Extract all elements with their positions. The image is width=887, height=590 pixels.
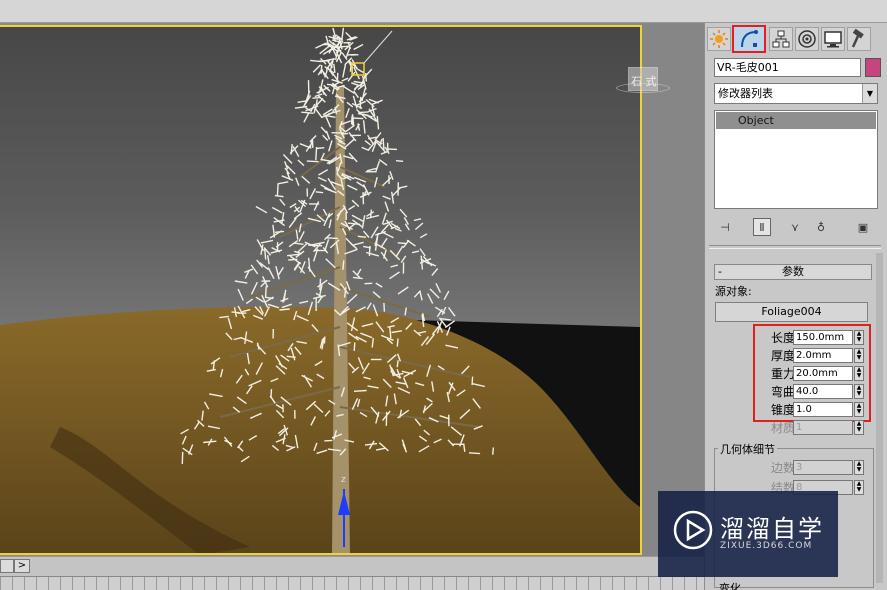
top-strip xyxy=(0,0,887,23)
stack-toolbar: ⊣ Ⅱ ⋎ ♁ ▣ xyxy=(714,216,878,238)
pin-stack-icon[interactable]: ⊣ xyxy=(716,218,734,236)
rollout-collapse-icon: - xyxy=(718,265,722,278)
frame-prev-button[interactable] xyxy=(0,559,14,573)
watermark-url: ZIXUE.3D66.COM xyxy=(720,541,813,551)
param-row: 锥度 1.0 ▲ ▼ xyxy=(755,402,875,418)
variation-label: 变化 xyxy=(719,582,741,590)
spinner-arrows-icon[interactable]: ▲ ▼ xyxy=(854,366,864,381)
panel-scrollbar[interactable] xyxy=(876,253,883,583)
spinner-arrows-icon[interactable]: ▲ ▼ xyxy=(854,480,864,495)
rollout-title: 参数 xyxy=(782,265,804,278)
command-tabs xyxy=(707,25,885,53)
parameters-rollout-header[interactable]: - 参数 xyxy=(714,264,872,280)
timeline-bar: > xyxy=(0,556,704,590)
param-label: 弯曲 xyxy=(770,385,795,399)
hierarchy-icon xyxy=(772,30,790,48)
viewcube[interactable]: 石 式 xyxy=(616,63,670,95)
spinner-arrows-icon[interactable]: ▲ ▼ xyxy=(854,330,864,345)
source-object-button[interactable]: Foliage004 xyxy=(715,302,868,322)
spinner-arrows-icon[interactable]: ▲ ▼ xyxy=(854,348,864,363)
param-row: 厚度 2.0mm ▲ ▼ xyxy=(755,348,875,364)
param-label: 重力 xyxy=(770,367,795,381)
param-value-field[interactable]: 1.0 xyxy=(793,402,853,417)
show-end-result-icon[interactable]: Ⅱ xyxy=(753,218,771,236)
watermark: 溜溜自学 ZIXUE.3D66.COM xyxy=(658,491,838,577)
param-label: 材质 xyxy=(770,421,795,435)
source-object-label: 源对象: xyxy=(715,285,752,298)
param-label: 锥度 xyxy=(770,403,795,417)
spinner-arrows-icon[interactable]: ▲ ▼ xyxy=(854,460,864,475)
param-value-field[interactable]: 3 xyxy=(793,460,853,475)
timeline-ruler[interactable] xyxy=(0,576,704,590)
watermark-name: 溜溜自学 xyxy=(720,515,824,543)
motion-tab[interactable] xyxy=(795,27,819,51)
spinner-arrows-icon[interactable]: ▲ ▼ xyxy=(854,384,864,399)
create-tab[interactable] xyxy=(707,27,731,51)
viewport-side-area xyxy=(642,23,704,556)
modifier-stack[interactable]: Object xyxy=(714,110,878,209)
param-value-field[interactable]: 40.0 xyxy=(793,384,853,399)
hierarchy-tab[interactable] xyxy=(769,27,793,51)
modify-tab[interactable] xyxy=(732,25,766,53)
param-row: 重力 20.0mm ▲ ▼ xyxy=(755,366,875,382)
z-axis-label: z xyxy=(341,475,346,485)
geometry-param-row: 边数 3 ▲ ▼ xyxy=(755,460,875,476)
viewcube-label: 石 式 xyxy=(631,75,657,88)
object-name-field[interactable]: VR-毛皮001 xyxy=(714,58,861,77)
modifier-list-dropdown[interactable]: 修改器列表 ▼ xyxy=(714,83,878,104)
remove-modifier-icon[interactable]: ♁ xyxy=(812,218,830,236)
stack-item-object[interactable]: Object xyxy=(716,112,876,129)
gizmo-line xyxy=(363,30,393,64)
hammer-icon xyxy=(851,29,864,48)
viewport[interactable]: z 石 式 xyxy=(0,23,704,556)
param-row: 材质 1 ▲ ▼ xyxy=(755,420,875,436)
param-value-field[interactable]: 20.0mm xyxy=(793,366,853,381)
param-label: 边数 xyxy=(770,461,795,475)
viewport-active-frame[interactable]: z xyxy=(0,25,642,555)
param-label: 长度 xyxy=(770,331,795,345)
play-logo-icon xyxy=(673,510,713,550)
param-value-field[interactable]: 150.0mm xyxy=(793,330,853,345)
motion-icon xyxy=(798,30,816,48)
param-row: 长度 150.0mm ▲ ▼ xyxy=(755,330,875,346)
spinner-arrows-icon[interactable]: ▲ ▼ xyxy=(854,420,864,435)
sun-icon xyxy=(710,30,728,48)
display-icon xyxy=(824,31,842,48)
make-unique-icon[interactable]: ⋎ xyxy=(786,218,804,236)
param-row: 弯曲 40.0 ▲ ▼ xyxy=(755,384,875,400)
panel-divider xyxy=(709,245,881,249)
utilities-tab[interactable] xyxy=(847,27,871,51)
object-color-swatch[interactable] xyxy=(865,58,881,77)
chevron-down-icon[interactable]: ▼ xyxy=(862,84,877,103)
modifier-list-label: 修改器列表 xyxy=(718,87,773,100)
param-value-field[interactable]: 1 xyxy=(793,420,853,435)
param-value-field[interactable]: 2.0mm xyxy=(793,348,853,363)
display-tab[interactable] xyxy=(821,27,845,51)
scene-render: z xyxy=(0,27,640,553)
geometry-detail-title: 几何体细节 xyxy=(718,441,777,457)
param-label: 厚度 xyxy=(770,349,795,363)
configure-sets-icon[interactable]: ▣ xyxy=(854,218,872,236)
modify-curve-icon xyxy=(741,30,758,48)
frame-next-button[interactable]: > xyxy=(14,559,30,573)
spinner-arrows-icon[interactable]: ▲ ▼ xyxy=(854,402,864,417)
